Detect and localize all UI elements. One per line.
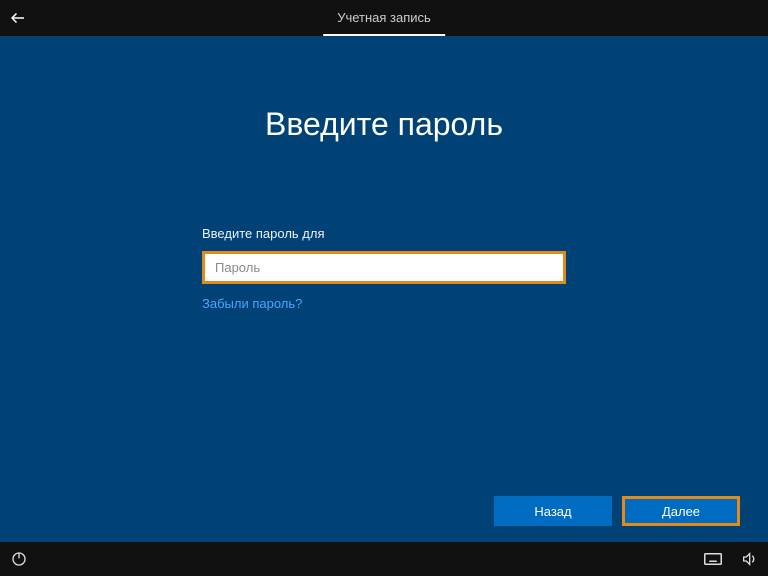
button-row: Назад Далее [494, 496, 740, 526]
back-button[interactable]: Назад [494, 496, 612, 526]
password-form: Введите пароль для Забыли пароль? [202, 226, 566, 313]
tab-label: Учетная запись [337, 10, 431, 25]
back-button-label: Назад [534, 504, 571, 519]
next-button-label: Далее [662, 504, 700, 519]
tab-account[interactable]: Учетная запись [323, 0, 445, 36]
password-input[interactable] [205, 254, 563, 281]
ease-of-access-button[interactable] [10, 550, 28, 568]
forgot-password-link[interactable]: Забыли пароль? [202, 296, 302, 311]
main-panel: Введите пароль Введите пароль для Забыли… [0, 36, 768, 542]
top-bar: Учетная запись [0, 0, 768, 36]
page-title: Введите пароль [0, 106, 768, 143]
back-arrow-button[interactable] [0, 0, 36, 36]
password-input-wrap [202, 251, 566, 284]
keyboard-button[interactable] [704, 550, 722, 568]
bottom-bar [0, 542, 768, 576]
speaker-icon [741, 551, 757, 567]
volume-button[interactable] [740, 550, 758, 568]
password-prompt: Введите пароль для [202, 226, 566, 241]
next-button[interactable]: Далее [622, 496, 740, 526]
power-icon [11, 551, 27, 567]
arrow-left-icon [9, 9, 27, 27]
keyboard-icon [704, 553, 722, 565]
